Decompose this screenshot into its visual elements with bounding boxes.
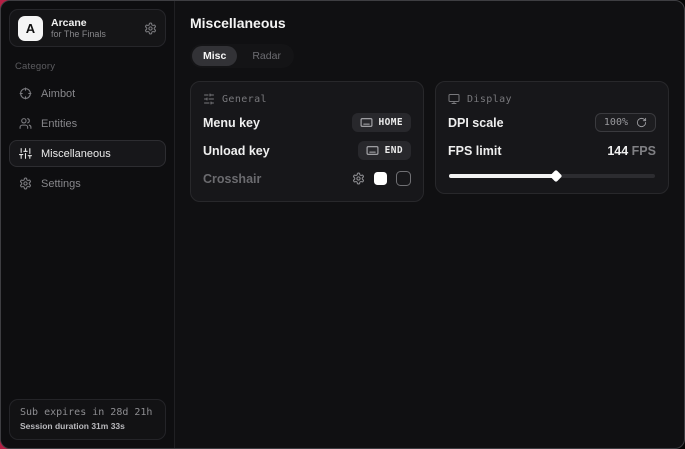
menu-key-binding[interactable]: HOME [352,113,411,132]
sidebar-nav: Aimbot Entities Miscellaneous Settings [9,80,166,197]
sidebar-item-settings[interactable]: Settings [9,170,166,197]
unload-key-row: Unload key END [203,139,411,162]
dpi-scale-label: DPI scale [448,116,504,130]
tab-radar[interactable]: Radar [241,46,292,66]
display-card-header: Display [448,93,656,105]
menu-key-value: HOME [379,117,403,128]
unload-key-binding[interactable]: END [358,141,411,160]
monitor-icon [448,93,460,105]
unload-key-value: END [385,145,403,156]
dpi-scale-row: DPI scale 100% [448,111,656,134]
sidebar-item-label: Aimbot [41,88,75,100]
tab-misc[interactable]: Misc [192,46,237,66]
app-subtitle: for The Finals [51,29,136,39]
subscription-card: Sub expires in 28d 21h Session duration … [9,399,166,440]
card-title: General [222,94,267,105]
fps-slider[interactable] [449,174,655,178]
cards-row: General Menu key HOME Unload key [190,81,669,202]
keyboard-icon [360,116,373,129]
crosshair-icon [19,87,32,100]
gear-icon[interactable] [352,172,365,185]
main-panel: Miscellaneous Misc Radar General Menu ke… [175,1,684,448]
keyboard-icon [366,144,379,157]
general-card: General Menu key HOME Unload key [190,81,424,202]
sidebar-item-label: Miscellaneous [41,148,111,160]
tab-bar: Misc Radar [190,44,294,68]
fps-slider-thumb[interactable] [550,170,563,183]
app-window: A Arcane for The Finals Category Aimbot … [0,0,685,449]
window-frame: A Arcane for The Finals Category Aimbot … [0,0,685,449]
refresh-icon[interactable] [636,117,647,128]
profile-card[interactable]: A Arcane for The Finals [9,9,166,47]
sliders-horizontal-icon [203,93,215,105]
gear-icon[interactable] [144,22,157,35]
crosshair-color-swatch[interactable] [374,172,387,185]
page-title: Miscellaneous [190,15,669,31]
sidebar-item-miscellaneous[interactable]: Miscellaneous [9,140,166,167]
fps-limit-row: FPS limit 144 FPS [448,139,656,162]
category-label: Category [15,61,166,72]
sidebar: A Arcane for The Finals Category Aimbot … [1,1,175,448]
display-card: Display DPI scale 100% FPS limit 144 FPS [435,81,669,194]
profile-text: Arcane for The Finals [51,17,136,39]
sub-expiry-text: Sub expires in 28d 21h [20,407,155,418]
fps-slider-fill [449,174,556,178]
crosshair-controls [352,171,411,186]
crosshair-checkbox[interactable] [396,171,411,186]
sidebar-item-label: Entities [41,118,77,130]
sidebar-item-aimbot[interactable]: Aimbot [9,80,166,107]
menu-key-row: Menu key HOME [203,111,411,134]
sliders-icon [19,147,32,160]
menu-key-label: Menu key [203,116,260,130]
app-name: Arcane [51,17,136,29]
general-card-header: General [203,93,411,105]
dpi-scale-control[interactable]: 100% [595,113,656,132]
dpi-scale-value: 100% [604,117,628,128]
crosshair-label: Crosshair [203,172,261,186]
sidebar-item-label: Settings [41,178,81,190]
unload-key-label: Unload key [203,144,270,158]
gear-icon [19,177,32,190]
card-title: Display [467,94,512,105]
fps-unit: FPS [628,144,656,158]
users-icon [19,117,32,130]
fps-limit-value: 144 FPS [607,144,656,158]
fps-limit-label: FPS limit [448,144,501,158]
session-duration-text: Session duration 31m 33s [20,421,155,431]
crosshair-row: Crosshair [203,167,411,190]
app-logo: A [18,16,43,41]
sidebar-item-entities[interactable]: Entities [9,110,166,137]
